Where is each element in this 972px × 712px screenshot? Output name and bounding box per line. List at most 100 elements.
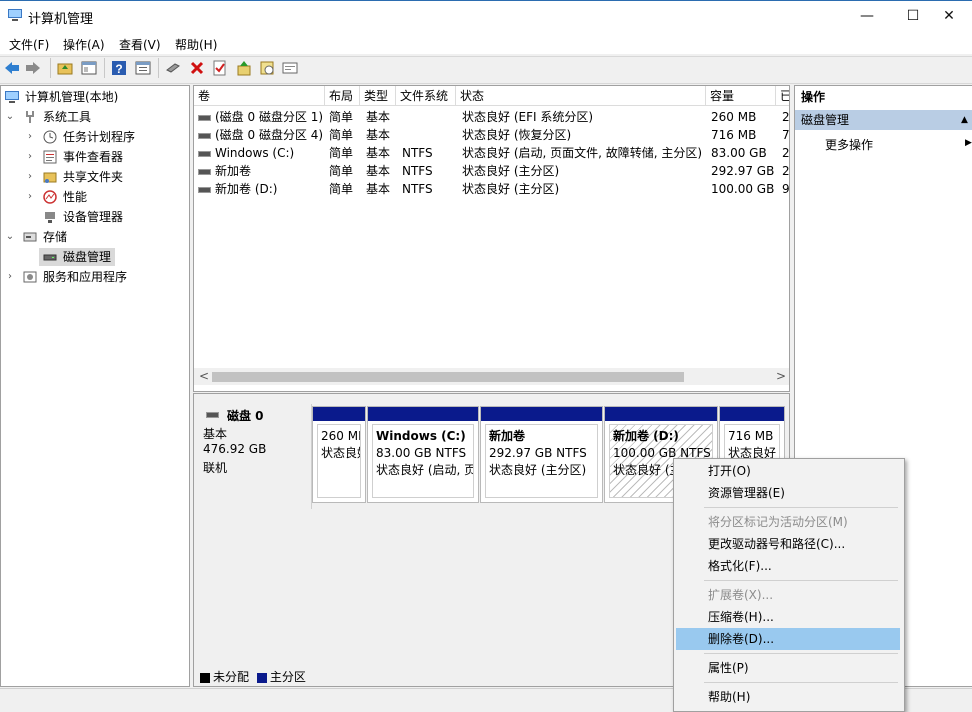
column-header-type[interactable]: 类型 bbox=[360, 86, 396, 106]
partition-windows-c[interactable]: Windows (C:) 83.00 GB NTFS 状态良好 (启动, 页面文… bbox=[367, 406, 479, 503]
menu-item-open[interactable]: 打开(O) bbox=[676, 460, 900, 482]
tree-item-performance[interactable]: › 性能 bbox=[3, 188, 187, 206]
menu-item-extend-volume: 扩展卷(X)... bbox=[708, 588, 774, 602]
actions-section-disk-management[interactable]: 磁盘管理 ▲ bbox=[795, 110, 972, 130]
tree-item-root[interactable]: 计算机管理(本地) bbox=[3, 88, 187, 106]
menu-item-properties[interactable]: 属性(P) bbox=[676, 657, 900, 679]
connect-icon[interactable] bbox=[165, 60, 181, 76]
chevron-right-icon[interactable]: › bbox=[25, 148, 35, 166]
column-header-volume[interactable]: 卷 bbox=[194, 86, 325, 106]
cell-status: 状态良好 (主分区) bbox=[462, 182, 560, 196]
disk-size: 476.92 GB bbox=[203, 442, 267, 456]
partition-title: 新加卷 bbox=[489, 429, 526, 443]
partition-efi[interactable]: 260 MB 状态良好 (EFI 系统分区) bbox=[312, 406, 366, 503]
chevron-right-icon[interactable]: › bbox=[25, 188, 35, 206]
cell-layout: 简单 bbox=[329, 110, 354, 124]
cell-free: 7 bbox=[782, 128, 790, 142]
menu-item-delete-volume[interactable]: 删除卷(D)... bbox=[676, 628, 900, 650]
back-arrow-icon[interactable] bbox=[4, 60, 20, 76]
forward-arrow-icon[interactable] bbox=[25, 60, 41, 76]
tree-label: 系统工具 bbox=[43, 110, 92, 124]
storage-icon bbox=[23, 232, 37, 242]
column-header-free[interactable]: 已 bbox=[776, 86, 789, 106]
column-header-layout[interactable]: 布局 bbox=[325, 86, 360, 106]
partition-body: Windows (C:) 83.00 GB NTFS 状态良好 (启动, 页面文… bbox=[372, 424, 474, 498]
partition-new-volume[interactable]: 新加卷 292.97 GB NTFS 状态良好 (主分区) bbox=[480, 406, 603, 503]
delete-x-icon[interactable] bbox=[189, 60, 205, 76]
cell-type: 基本 bbox=[366, 128, 391, 142]
column-header-capacity[interactable]: 容量 bbox=[706, 86, 776, 106]
export-icon[interactable] bbox=[236, 60, 252, 76]
menu-file[interactable]: 文件(F) bbox=[9, 36, 49, 53]
menu-item-help[interactable]: 帮助(H) bbox=[676, 686, 900, 708]
menu-separator bbox=[704, 507, 898, 508]
cell-type: 基本 bbox=[366, 146, 391, 160]
tree-item-services-apps[interactable]: › 服务和应用程序 bbox=[3, 268, 187, 286]
scrollbar-thumb[interactable] bbox=[212, 372, 684, 382]
minimize-icon[interactable]: — bbox=[844, 0, 890, 32]
chevron-down-icon[interactable]: ⌄ bbox=[5, 228, 15, 246]
menu-item-change-drive-letter[interactable]: 更改驱动器号和路径(C)... bbox=[676, 533, 900, 555]
close-icon[interactable]: ✕ bbox=[926, 0, 972, 32]
horizontal-scrollbar[interactable]: < > bbox=[194, 368, 789, 385]
legend-primary: 主分区 bbox=[269, 670, 306, 684]
volume-list: 卷 布局 类型 文件系统 状态 容量 已 (磁盘 0 磁盘分区 1) 简单 基本… bbox=[193, 85, 790, 392]
tree-label: 存储 bbox=[43, 230, 68, 244]
tree-item-shared-folders[interactable]: › 共享文件夹 bbox=[3, 168, 187, 186]
scroll-left-icon[interactable]: < bbox=[199, 369, 209, 383]
legend-unallocated-swatch bbox=[200, 672, 210, 683]
cell-capacity: 716 MB bbox=[711, 128, 757, 142]
tree-item-task-scheduler[interactable]: › 任务计划程序 bbox=[3, 128, 187, 146]
tree-item-device-manager[interactable]: 设备管理器 bbox=[3, 208, 187, 226]
show-hide-tree-icon[interactable] bbox=[81, 60, 97, 76]
cell-status: 状态良好 (启动, 页面文件, 故障转储, 主分区) bbox=[462, 146, 703, 160]
console-icon[interactable] bbox=[282, 60, 298, 76]
help-icon[interactable]: ? bbox=[111, 60, 127, 76]
tree-label: 设备管理器 bbox=[63, 210, 124, 224]
more-actions[interactable]: 更多操作 bbox=[825, 136, 873, 153]
scroll-right-icon[interactable]: > bbox=[776, 369, 786, 383]
checkmark-doc-icon[interactable] bbox=[212, 60, 228, 76]
menu-help[interactable]: 帮助(H) bbox=[175, 36, 217, 53]
menu-separator bbox=[704, 580, 898, 581]
more-actions-label: 更多操作 bbox=[825, 138, 874, 152]
title-bar bbox=[0, 0, 972, 33]
context-menu: 打开(O) 资源管理器(E) 将分区标记为活动分区(M) 更改驱动器号和路径(C… bbox=[673, 458, 905, 712]
disk-info[interactable]: 磁盘 0 基本 476.92 GB 联机 bbox=[194, 404, 312, 509]
computer-management-icon bbox=[8, 9, 22, 21]
cell-free: 9 bbox=[782, 182, 790, 196]
partition-bar bbox=[605, 407, 717, 421]
cell-capacity: 83.00 GB bbox=[711, 146, 767, 160]
menu-action[interactable]: 操作(A) bbox=[63, 36, 105, 53]
column-header-status[interactable]: 状态 bbox=[456, 86, 706, 106]
tree-label: 任务计划程序 bbox=[63, 130, 136, 144]
partition-title: 新加卷 (D:) bbox=[613, 429, 679, 443]
cell-capacity: 260 MB bbox=[711, 110, 757, 124]
tree-item-system-tools[interactable]: ⌄ 系统工具 bbox=[3, 108, 187, 126]
legend-primary-swatch bbox=[256, 672, 267, 683]
column-header-filesystem[interactable]: 文件系统 bbox=[396, 86, 456, 106]
partition-body: 新加卷 292.97 GB NTFS 状态良好 (主分区) bbox=[485, 424, 598, 498]
partition-title: Windows (C:) bbox=[376, 429, 466, 443]
collapse-arrow-icon[interactable]: ▲ bbox=[961, 110, 968, 130]
menu-item-explorer[interactable]: 资源管理器(E) bbox=[676, 482, 900, 504]
tree-item-disk-management[interactable]: 磁盘管理 bbox=[39, 248, 115, 266]
tree-item-event-viewer[interactable]: › 事件查看器 bbox=[3, 148, 187, 166]
menu-item-shrink-volume[interactable]: 压缩卷(H)... bbox=[676, 606, 900, 628]
properties-icon[interactable] bbox=[135, 60, 151, 76]
legend: 未分配 主分区 bbox=[200, 668, 306, 685]
chevron-right-icon[interactable]: › bbox=[25, 168, 35, 186]
folder-up-icon[interactable] bbox=[57, 60, 73, 76]
menu-item-format[interactable]: 格式化(F)... bbox=[676, 555, 900, 577]
cell-layout: 简单 bbox=[329, 164, 354, 178]
chevron-right-icon[interactable]: › bbox=[25, 128, 35, 146]
chevron-right-icon[interactable]: › bbox=[5, 268, 15, 286]
chevron-down-icon[interactable]: ⌄ bbox=[5, 108, 15, 126]
menu-view[interactable]: 查看(V) bbox=[119, 36, 161, 53]
performance-icon bbox=[43, 190, 57, 204]
tree-label: 服务和应用程序 bbox=[43, 270, 128, 284]
actions-section-label: 磁盘管理 bbox=[801, 113, 850, 127]
import-icon[interactable] bbox=[259, 60, 275, 76]
tree-item-storage[interactable]: ⌄ 存储 bbox=[3, 228, 187, 246]
submenu-arrow-icon[interactable]: ▶ bbox=[965, 138, 972, 148]
